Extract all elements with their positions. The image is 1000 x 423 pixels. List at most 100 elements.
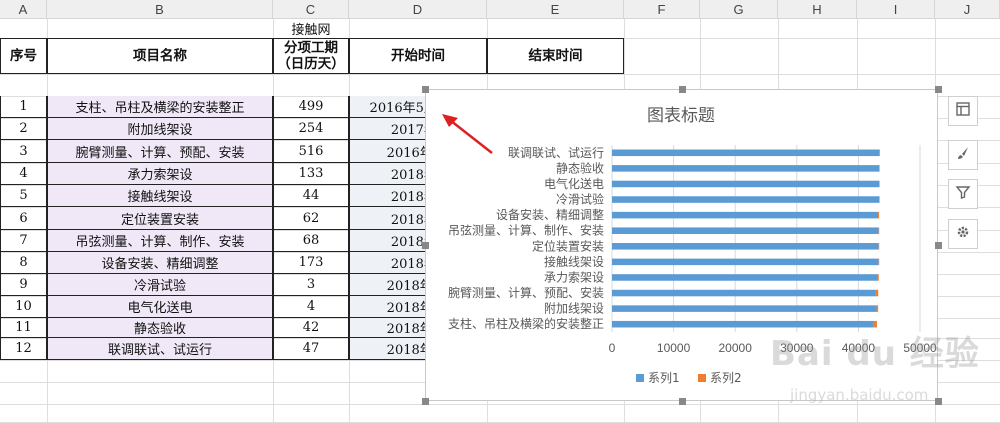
table-cell-days[interactable]: 133 bbox=[273, 163, 349, 185]
bar-2 bbox=[879, 180, 880, 188]
table-cell-no[interactable]: 12 bbox=[0, 338, 47, 360]
y-category-label: 吊弦测量、计算、制作、安装 bbox=[448, 223, 604, 238]
table-cell-days[interactable]: 4 bbox=[273, 296, 349, 318]
y-category-label: 附加线架设 bbox=[544, 302, 604, 316]
watermark-url: jingyan.baidu.com bbox=[790, 386, 929, 404]
bar-2 bbox=[879, 196, 880, 203]
table-cell-name[interactable]: 腕臂测量、计算、预配、安装 bbox=[47, 140, 273, 163]
resize-handle[interactable] bbox=[678, 86, 686, 93]
bar-2 bbox=[878, 258, 880, 266]
chart-elements-icon bbox=[955, 101, 971, 121]
table-cell-name[interactable]: 设备安装、精细调整 bbox=[47, 252, 273, 274]
table-cell-no[interactable]: 3 bbox=[0, 140, 47, 163]
column-header-j[interactable]: J bbox=[935, 0, 1000, 19]
resize-handle[interactable] bbox=[935, 86, 942, 93]
table-cell-no[interactable]: 7 bbox=[0, 230, 47, 252]
table-cell-no[interactable]: 8 bbox=[0, 252, 47, 274]
legend-swatch bbox=[698, 374, 706, 382]
table-cell-no[interactable]: 5 bbox=[0, 185, 47, 207]
header-cell-2[interactable]: 项目名称 bbox=[47, 38, 273, 74]
x-tick-label: 0 bbox=[609, 341, 616, 355]
table-cell-days[interactable]: 254 bbox=[273, 118, 349, 140]
table-cell-name[interactable]: 附加线架设 bbox=[47, 118, 273, 140]
column-header-h[interactable]: H bbox=[778, 0, 857, 19]
resize-handle[interactable] bbox=[678, 398, 686, 405]
table-cell-days[interactable]: 516 bbox=[273, 140, 349, 163]
settings-icon bbox=[955, 224, 971, 244]
table-cell-days[interactable]: 499 bbox=[273, 96, 349, 118]
table-cell-name[interactable]: 吊弦测量、计算、制作、安装 bbox=[47, 230, 273, 252]
table-cell-name[interactable]: 定位装置安装 bbox=[47, 207, 273, 230]
y-category-label: 联调联试、试运行 bbox=[508, 145, 604, 160]
column-header-d[interactable]: D bbox=[349, 0, 487, 19]
bar-2 bbox=[875, 289, 879, 297]
y-category-label: 设备安装、精细调整 bbox=[496, 207, 604, 222]
settings-button[interactable] bbox=[948, 219, 978, 249]
y-category-label: 接触线架设 bbox=[544, 254, 604, 269]
column-header-bar: ABCDEFGHIJ bbox=[0, 0, 1000, 19]
bar-1 bbox=[612, 227, 879, 234]
table-cell-name[interactable]: 电气化送电 bbox=[47, 296, 273, 318]
table-cell-name[interactable]: 静态验收 bbox=[47, 318, 273, 338]
chart-elements-button[interactable] bbox=[948, 96, 978, 126]
table-cell-no[interactable]: 1 bbox=[0, 96, 47, 118]
table-cell-days[interactable]: 3 bbox=[273, 274, 349, 296]
table-cell-days[interactable]: 68 bbox=[273, 230, 349, 252]
table-cell-name[interactable]: 接触线架设 bbox=[47, 185, 273, 207]
resize-handle[interactable] bbox=[422, 86, 429, 93]
y-category-label: 静态验收 bbox=[556, 160, 604, 175]
table-cell-no[interactable]: 9 bbox=[0, 274, 47, 296]
y-category-label: 承力索架设 bbox=[544, 270, 604, 284]
column-header-g[interactable]: G bbox=[700, 0, 778, 19]
column-header-f[interactable]: F bbox=[624, 0, 700, 19]
chart-styles-icon bbox=[955, 145, 971, 165]
resize-handle[interactable] bbox=[935, 242, 942, 249]
bar-1 bbox=[612, 258, 879, 266]
header-cell-3[interactable]: 分项工期（日历天） bbox=[273, 38, 349, 74]
column-header-i[interactable]: I bbox=[857, 0, 935, 19]
bar-2 bbox=[879, 149, 880, 157]
bar-1 bbox=[612, 274, 878, 281]
legend-label: 系列2 bbox=[710, 371, 742, 385]
table-cell-days[interactable]: 47 bbox=[273, 338, 349, 360]
resize-handle[interactable] bbox=[422, 242, 429, 249]
table-cell-days[interactable]: 173 bbox=[273, 252, 349, 274]
y-category-label: 冷滑试验 bbox=[556, 192, 604, 207]
chart-styles-button[interactable] bbox=[948, 140, 978, 170]
table-cell-no[interactable]: 6 bbox=[0, 207, 47, 230]
table-cell-no[interactable]: 10 bbox=[0, 296, 47, 318]
x-tick-label: 20000 bbox=[719, 341, 753, 355]
resize-handle[interactable] bbox=[935, 398, 942, 405]
table-cell-no[interactable]: 4 bbox=[0, 163, 47, 185]
y-category-label: 定位装置安装 bbox=[532, 238, 604, 253]
table-cell-no[interactable]: 11 bbox=[0, 318, 47, 338]
sheet-title-cell[interactable]: 接触网 bbox=[273, 19, 349, 38]
chart-filter-button[interactable] bbox=[948, 179, 978, 209]
table-cell-no[interactable]: 2 bbox=[0, 118, 47, 140]
bar-1 bbox=[612, 211, 879, 219]
watermark-logo: Bai du 经验 bbox=[770, 334, 980, 374]
bar-1 bbox=[612, 149, 880, 157]
table-cell-name[interactable]: 承力索架设 bbox=[47, 163, 273, 185]
resize-handle[interactable] bbox=[422, 398, 429, 405]
table-cell-name[interactable]: 支柱、吊柱及横梁的安装整正 bbox=[47, 96, 273, 118]
column-header-a[interactable]: A bbox=[0, 0, 47, 19]
table-cell-name[interactable]: 联调联试、试运行 bbox=[47, 338, 273, 360]
annotation-arrow bbox=[442, 114, 493, 154]
table-cell-days[interactable]: 62 bbox=[273, 207, 349, 230]
header-cell-1[interactable]: 序号 bbox=[0, 38, 47, 74]
table-cell-days[interactable]: 44 bbox=[273, 185, 349, 207]
grid-line bbox=[0, 404, 1000, 405]
chart-filter-icon bbox=[955, 184, 971, 204]
column-header-c[interactable]: C bbox=[273, 0, 349, 19]
legend-swatch bbox=[636, 374, 644, 382]
bar-2 bbox=[879, 165, 880, 172]
table-cell-days[interactable]: 42 bbox=[273, 318, 349, 338]
bar-1 bbox=[612, 305, 877, 312]
header-cell-5[interactable]: 结束时间 bbox=[487, 38, 624, 74]
table-cell-name[interactable]: 冷滑试验 bbox=[47, 274, 273, 296]
header-cell-4[interactable]: 开始时间 bbox=[349, 38, 487, 74]
column-header-e[interactable]: E bbox=[487, 0, 624, 19]
column-header-b[interactable]: B bbox=[47, 0, 273, 19]
bar-2 bbox=[878, 211, 880, 219]
